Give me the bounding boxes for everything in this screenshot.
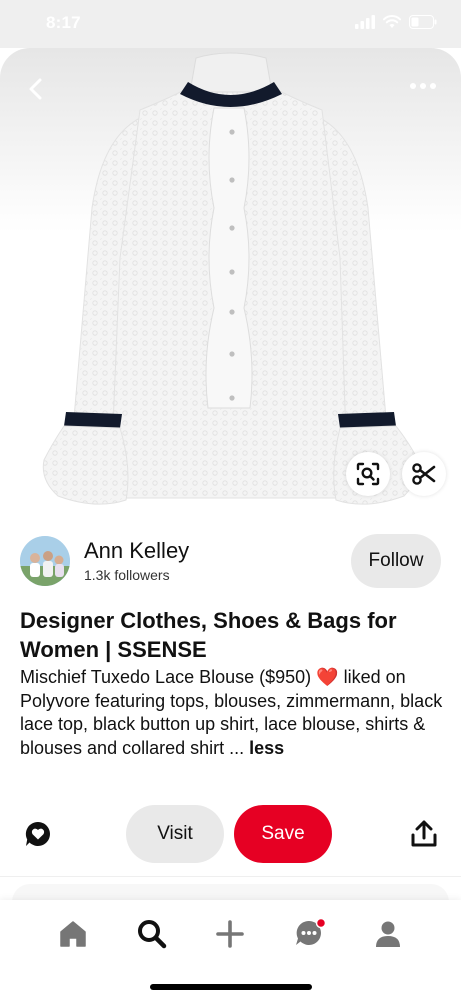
nav-messages[interactable] [292, 916, 328, 952]
chat-icon [296, 917, 327, 945]
back-button[interactable] [22, 74, 52, 104]
visual-search-button[interactable] [346, 452, 390, 496]
lens-search-icon [356, 462, 380, 486]
share-upload-icon[interactable] [411, 820, 437, 848]
divider [0, 876, 461, 877]
notification-badge [315, 917, 327, 929]
status-bar: 8:17 [0, 0, 461, 48]
follow-button[interactable]: Follow [351, 534, 441, 588]
action-row: Visit Save [0, 804, 461, 864]
chat-bubble-heart-icon[interactable] [24, 820, 52, 848]
person-icon [376, 921, 400, 947]
plus-icon [216, 920, 244, 948]
nav-home[interactable] [55, 916, 91, 952]
save-button[interactable]: Save [234, 805, 332, 863]
creator-name[interactable]: Ann Kelley [84, 538, 189, 564]
pin-description: Mischief Tuxedo Lace Blouse ($950) ❤️ li… [20, 666, 445, 760]
battery-icon [409, 15, 437, 29]
search-icon [138, 920, 167, 949]
wifi-icon [383, 15, 401, 28]
scissors-icon [412, 463, 436, 485]
creator-row: Ann Kelley 1.3k followers Follow [20, 534, 441, 588]
bottom-nav [0, 900, 461, 1000]
avatar-photo [20, 536, 70, 586]
less-link[interactable]: less [249, 738, 284, 758]
status-time: 8:17 [46, 13, 81, 32]
nav-create[interactable] [212, 916, 248, 952]
heart-icon: ❤️ [316, 667, 339, 687]
follower-count: 1.3k followers [84, 567, 170, 583]
more-options-button[interactable] [407, 76, 439, 96]
avatar[interactable] [20, 536, 70, 586]
home-icon [60, 921, 86, 947]
crop-button[interactable] [402, 452, 446, 496]
pin-image[interactable] [0, 48, 461, 508]
blouse-image [0, 48, 461, 508]
signal-icon [355, 15, 375, 29]
nav-search[interactable] [134, 916, 170, 952]
pin-title: Designer Clothes, Shoes & Bags for Women… [20, 608, 397, 662]
nav-profile[interactable] [370, 916, 406, 952]
visit-button[interactable]: Visit [126, 805, 224, 863]
description-text-start: Mischief Tuxedo Lace Blouse ($950) [20, 667, 312, 687]
status-indicators [355, 15, 437, 29]
home-indicator [150, 984, 312, 990]
